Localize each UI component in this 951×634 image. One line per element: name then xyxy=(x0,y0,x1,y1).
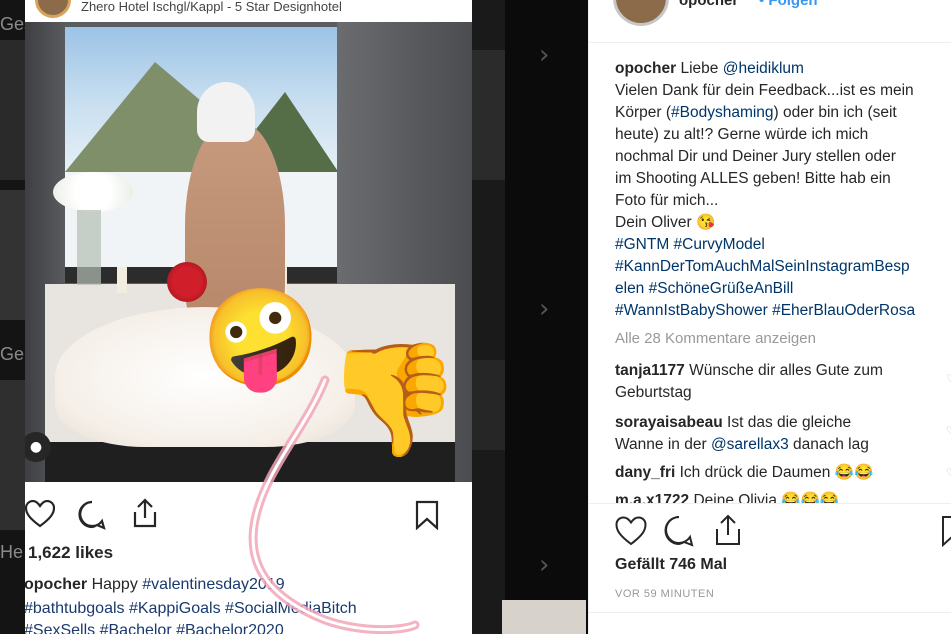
follow-button[interactable]: • Folgen xyxy=(759,0,818,9)
background-thumbnail xyxy=(0,40,28,180)
phone-caption-line: #bathtubgoals #KappiGoals #SocialMediaBi… xyxy=(25,600,357,618)
post-photo[interactable]: 🤪 👎 ● xyxy=(25,22,472,482)
chevron-right-icon: › xyxy=(539,40,550,70)
comment: m.a.x1722 Deine Olivia 😂😂😂 xyxy=(615,490,945,503)
comment-text: Wünsche dir alles Gute zum xyxy=(689,362,883,379)
caption-text: Körper ( xyxy=(615,104,671,121)
comment-text: Wanne in der xyxy=(615,436,707,453)
phone-like-count[interactable]: 1,622 likes xyxy=(28,543,113,563)
share-icon[interactable] xyxy=(713,514,743,546)
heart-icon[interactable] xyxy=(615,516,647,546)
background-label: Ge xyxy=(0,344,25,364)
phone-caption-line: #SexSells #Bachelor #Bachelor2020 xyxy=(25,622,284,634)
hashtag[interactable]: #Bodyshaming xyxy=(671,104,774,121)
bookmark-icon[interactable] xyxy=(415,500,439,530)
comment: tanja1177 Wünsche dir alles Gute zum Geb… xyxy=(615,360,945,404)
caption-line: opocher Liebe @heidiklum xyxy=(615,58,951,80)
comment-text: danach lag xyxy=(793,436,869,453)
avatar[interactable] xyxy=(613,0,669,26)
phone-caption-line: opocher Happy #valentinesday2019 xyxy=(25,576,285,594)
comment-username[interactable]: m.a.x1722 xyxy=(615,492,689,503)
background-label: He xyxy=(0,542,24,562)
hashtag[interactable]: #SexSells #Bachelor #Bachelor2020 xyxy=(25,622,284,634)
follow-label: Folgen xyxy=(768,0,818,9)
caption-line: im Shooting ALLES geben! Bitte hab ein xyxy=(615,170,891,187)
towel xyxy=(197,82,255,142)
post-caption: opocher Liebe @heidiklum Vielen Dank für… xyxy=(615,58,951,322)
comment-like-icon[interactable]: ♡ xyxy=(946,372,951,385)
thumbs-down-emoji: 👎 xyxy=(325,335,462,463)
divider xyxy=(589,42,951,43)
caption-line: Körper (#Bodyshaming) oder bin ich (seit xyxy=(615,102,951,124)
mention-link[interactable]: @heidiklum xyxy=(723,60,804,77)
divider xyxy=(589,503,951,504)
chevron-right-icon: › xyxy=(539,294,550,324)
caption-line: heute) zu alt!? Gerne würde ich mich xyxy=(615,126,869,143)
hashtag[interactable]: #bathtubgoals #KappiGoals xyxy=(25,600,221,617)
zany-face-emoji: 🤪 xyxy=(201,282,321,394)
modal-gap: › › › xyxy=(505,0,588,634)
comment-text: Ist das die gleiche xyxy=(727,414,852,431)
comment-text: Deine Olivia 😂😂😂 xyxy=(693,492,840,503)
caption-text: ) oder bin ich (seit xyxy=(773,104,897,121)
mention-link[interactable]: @sarellax3 xyxy=(711,436,789,453)
hashtag-line[interactable]: elen #SchöneGrüßeAnBill xyxy=(615,278,951,300)
post-timestamp[interactable]: VOR 59 MINUTEN xyxy=(615,588,714,600)
comment-icon[interactable] xyxy=(663,515,695,547)
phone-post-header: Zhero Hotel Ischgl/Kappl - 5 Star Design… xyxy=(25,0,472,22)
like-count[interactable]: Gefällt 746 Mal xyxy=(615,556,727,574)
divider xyxy=(589,612,951,613)
background-thumbnail xyxy=(502,600,586,634)
hashtag-line[interactable]: #KannDerTomAuchMalSeinInstagramBesp xyxy=(615,256,951,278)
chevron-right-icon: › xyxy=(539,550,550,580)
comment: sorayaisabeau Ist das die gleiche Wanne … xyxy=(615,412,945,456)
comment-like-icon[interactable]: ♡ xyxy=(946,466,951,479)
phone-screenshot: Zhero Hotel Ischgl/Kappl - 5 Star Design… xyxy=(25,0,472,634)
action-bar xyxy=(615,512,951,552)
avatar[interactable] xyxy=(35,0,71,18)
comment-username[interactable]: dany_fri xyxy=(615,464,675,481)
comment-like-icon[interactable]: ♡ xyxy=(946,424,951,437)
caption-username[interactable]: opocher xyxy=(615,60,676,77)
post-location[interactable]: Zhero Hotel Ischgl/Kappl - 5 Star Design… xyxy=(81,0,342,14)
hashtag-line[interactable]: #WannIstBabyShower #EherBlauOderRosa xyxy=(615,300,951,322)
view-all-comments-link[interactable]: Alle 28 Kommentare anzeigen xyxy=(615,330,816,347)
caption-line: Dein Oliver 😘 xyxy=(615,214,716,231)
comment-icon[interactable] xyxy=(77,500,107,530)
phone-action-bar xyxy=(25,496,472,532)
share-icon[interactable] xyxy=(131,498,159,528)
heart-icon[interactable] xyxy=(25,500,55,528)
comment-text: Geburtstag xyxy=(615,384,692,401)
caption-text: Happy xyxy=(91,576,138,593)
caption-line: Foto für mich... xyxy=(615,192,719,209)
comment-text: Ich drück die Daumen 😂😂 xyxy=(679,464,874,481)
caption-line: nochmal Dir und Deiner Jury stellen oder xyxy=(615,148,896,165)
background-thumbnail xyxy=(0,190,28,320)
post-details-panel: opocher • Folgen opocher Liebe @heidiklu… xyxy=(588,0,951,634)
caption-line: Vielen Dank für dein Feedback...ist es m… xyxy=(615,82,914,99)
flower-bouquet xyxy=(53,172,133,212)
post-author-username[interactable]: opocher xyxy=(679,0,738,9)
caption-username[interactable]: opocher xyxy=(25,576,87,593)
comment-username[interactable]: sorayaisabeau xyxy=(615,414,723,431)
hashtag-line[interactable]: #GNTM #CurvyModel xyxy=(615,234,951,256)
vase xyxy=(77,210,101,285)
hashtag[interactable]: #valentinesday2019 xyxy=(142,576,284,593)
bookmark-icon[interactable] xyxy=(941,515,951,547)
candle xyxy=(117,267,127,293)
background-thumbnail xyxy=(0,380,28,530)
comment-username[interactable]: tanja1177 xyxy=(615,362,685,379)
comment: dany_fri Ich drück die Daumen 😂😂 xyxy=(615,462,945,484)
hashtag[interactable]: #SocialMediaBitch xyxy=(225,600,357,617)
caption-text: Liebe xyxy=(680,60,719,77)
